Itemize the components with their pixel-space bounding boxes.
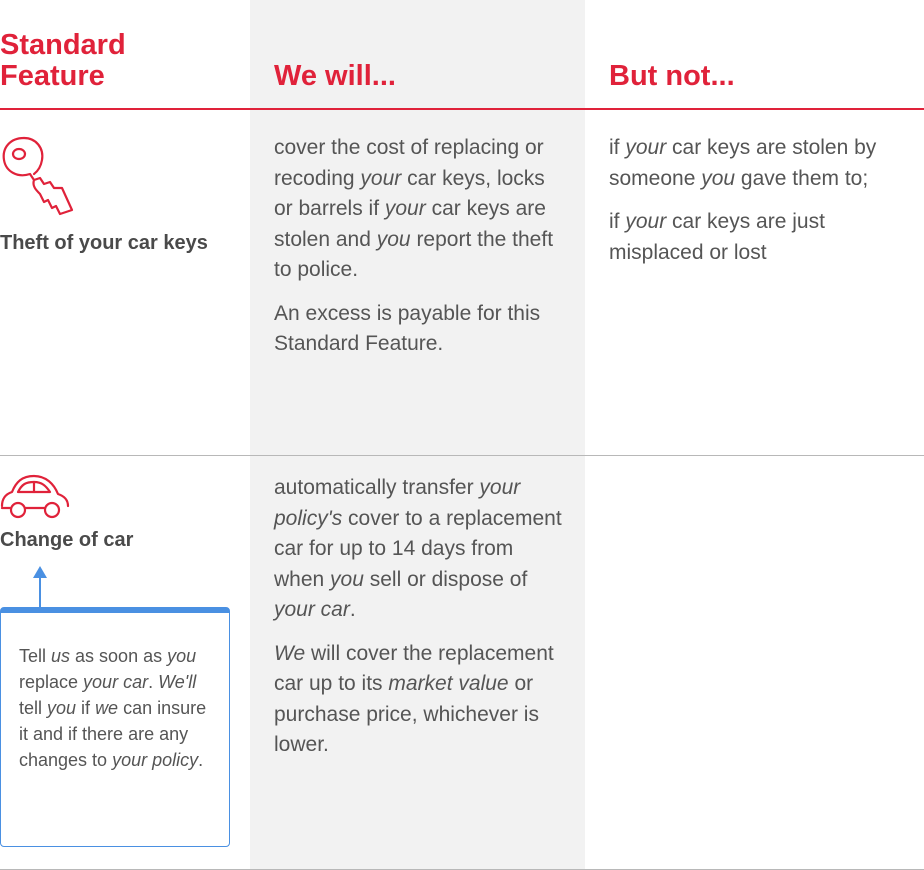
row1-will-p1: cover the cost of replacing or recoding …	[274, 136, 554, 281]
row1-will-p2: An excess is payable for this Standard F…	[274, 301, 541, 356]
header-but-not: But not...	[609, 60, 735, 92]
row1-not-p2: if your car keys are just misplaced or l…	[609, 210, 825, 264]
arrow-up-icon	[33, 566, 47, 608]
feature-title-theft-keys: Theft of your car keys	[0, 232, 208, 254]
row2-will-p1: automatically transfer your policy's cov…	[274, 476, 562, 621]
header-standard-feature: Standard Feature	[0, 30, 240, 92]
row-divider	[0, 455, 924, 456]
row1-but-not: if your car keys are stolen by someone y…	[609, 133, 899, 281]
row1-not-p1: if your car keys are stolen by someone y…	[609, 136, 877, 190]
header-feature-line2: Feature	[0, 60, 105, 92]
change-of-car-note-box: Tell us as soon as you replace your car.…	[0, 607, 230, 847]
callout-text: Tell us as soon as you replace your car.…	[19, 646, 207, 770]
row1-we-will: cover the cost of replacing or recoding …	[274, 133, 564, 373]
feature-title-change-of-car: Change of car	[0, 529, 134, 551]
key-icon	[2, 136, 74, 216]
header-divider	[0, 108, 924, 110]
header-feature-line1: Standard	[0, 29, 126, 61]
row2-we-will: automatically transfer your policy's cov…	[274, 473, 564, 774]
row2-will-p2: We will cover the replacement car up to …	[274, 641, 554, 757]
car-icon	[0, 474, 70, 519]
header-we-will: We will...	[274, 60, 396, 92]
